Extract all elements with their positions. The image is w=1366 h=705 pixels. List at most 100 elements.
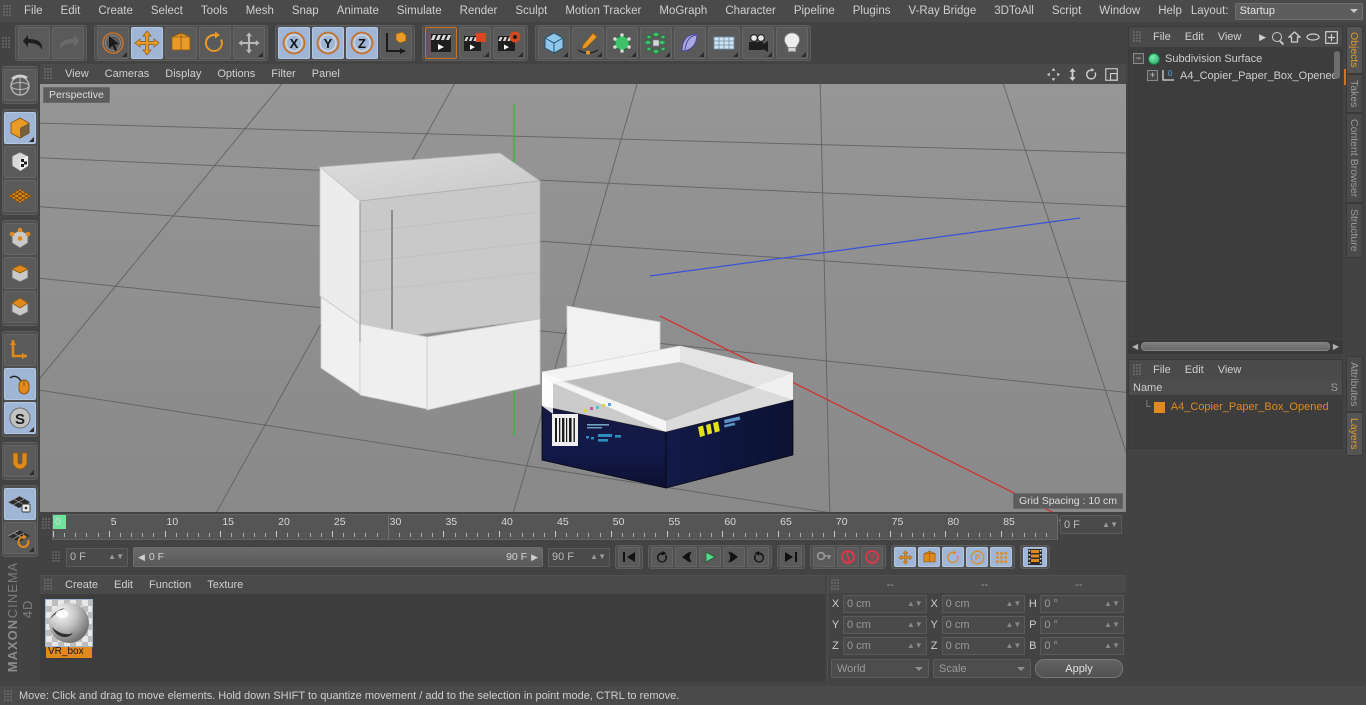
position-x-field[interactable]: 0 cm ▲▼	[843, 595, 927, 613]
menu-render[interactable]: Render	[451, 0, 507, 22]
point-mode-button[interactable]	[4, 223, 36, 255]
apply-button[interactable]: Apply	[1035, 659, 1123, 678]
add-deformer-button[interactable]	[674, 27, 706, 59]
viewport-menu-view[interactable]: View	[57, 64, 97, 84]
timeline-ruler[interactable]: 051015202530354045505560657075808590	[52, 514, 1071, 540]
object-tree[interactable]: − Subdivision Surface + 0 A4_Copier_Pape…	[1129, 47, 1350, 339]
material-list[interactable]: VR_box	[40, 594, 825, 682]
menu-help[interactable]: Help	[1149, 0, 1191, 22]
add-environment-button[interactable]	[708, 27, 740, 59]
material-menu-function[interactable]: Function	[141, 576, 199, 594]
scroll-right-arrow-icon[interactable]: ▶	[1330, 342, 1342, 351]
coordinate-mode-dropdown[interactable]: Scale	[933, 659, 1031, 678]
scale-tool-button[interactable]	[165, 27, 197, 59]
add-generator-button[interactable]	[606, 27, 638, 59]
magnet-button[interactable]	[4, 445, 36, 477]
coordinate-gripper[interactable]	[831, 578, 840, 591]
layer-menu-view[interactable]: View	[1211, 360, 1249, 380]
lock-z-axis-button[interactable]: Z	[346, 27, 378, 59]
stepper-icon[interactable]: ▲▼	[584, 553, 606, 561]
menu-mesh[interactable]: Mesh	[237, 0, 283, 22]
texture-mode-button[interactable]	[4, 146, 36, 178]
world-object-coordinates-button[interactable]	[380, 27, 412, 59]
stepper-icon[interactable]: ▲▼	[1104, 642, 1120, 650]
add-camera-button[interactable]	[742, 27, 774, 59]
viewport-menu-filter[interactable]: Filter	[263, 64, 303, 84]
undo-view-button[interactable]	[4, 69, 36, 101]
rotation-p-field[interactable]: 0 ° ▲▼	[1040, 616, 1125, 634]
toolbar-gripper[interactable]	[2, 37, 11, 49]
status-gripper[interactable]	[4, 689, 13, 702]
menu-character[interactable]: Character	[716, 0, 785, 22]
go-to-start-button[interactable]	[618, 547, 640, 567]
record-parameter-button[interactable]: P	[966, 547, 988, 567]
make-editable-button[interactable]	[4, 112, 36, 144]
size-z-field[interactable]: 0 cm ▲▼	[941, 637, 1026, 655]
stepper-icon[interactable]: ▲▼	[1006, 621, 1022, 629]
object-row-a4-copier-paper-box[interactable]: + 0 A4_Copier_Paper_Box_Opened	[1129, 67, 1342, 84]
layer-row[interactable]: └ A4_Copier_Paper_Box_Opened	[1129, 399, 1342, 415]
menu-window[interactable]: Window	[1090, 0, 1149, 22]
object-tree-horizontal-scrollbar[interactable]: ◀ ▶	[1129, 340, 1342, 353]
object-axis-button[interactable]	[4, 334, 36, 366]
search-icon[interactable]	[1271, 31, 1283, 43]
soft-selection-button[interactable]: S	[4, 402, 36, 434]
enable-snapping-button[interactable]	[4, 368, 36, 400]
polygon-tag-icon[interactable]: 0	[1162, 69, 1175, 82]
menu-motion-tracker[interactable]: Motion Tracker	[556, 0, 650, 22]
live-selection-button[interactable]	[97, 27, 129, 59]
layer-manager-gripper[interactable]	[1133, 364, 1142, 376]
record-active-objects-button[interactable]	[813, 547, 835, 567]
menu-create[interactable]: Create	[89, 0, 142, 22]
viewport-menu-panel[interactable]: Panel	[304, 64, 348, 84]
add-light-button[interactable]	[776, 27, 808, 59]
object-manager-gripper[interactable]	[1133, 31, 1142, 43]
menu-edit[interactable]: Edit	[52, 0, 90, 22]
go-to-end-button[interactable]	[780, 547, 802, 567]
scrollbar-thumb[interactable]	[1141, 342, 1330, 351]
timeline-range-scrollbar[interactable]: ◀ 0 F 90 F ▶	[133, 547, 543, 567]
lock-x-axis-button[interactable]: X	[278, 27, 310, 59]
menu-pipeline[interactable]: Pipeline	[785, 0, 844, 22]
material-preview-thumbnail[interactable]	[45, 599, 93, 647]
render-view-button[interactable]	[425, 27, 457, 59]
menu-plugins[interactable]: Plugins	[844, 0, 900, 22]
edge-mode-button[interactable]	[4, 257, 36, 289]
menu-v-ray-bridge[interactable]: V-Ray Bridge	[899, 0, 985, 22]
object-menu-edit[interactable]: Edit	[1178, 27, 1211, 47]
rotate-icon[interactable]	[1085, 67, 1098, 81]
pan-icon[interactable]	[1047, 67, 1060, 81]
timeline-filmstrip-button[interactable]	[1023, 547, 1047, 567]
object-menu-view[interactable]: View	[1211, 27, 1249, 47]
add-spline-button[interactable]	[572, 27, 604, 59]
previous-frame-button[interactable]	[675, 547, 697, 567]
stepper-icon[interactable]: ▲▼	[1104, 600, 1120, 608]
add-array-button[interactable]	[640, 27, 672, 59]
play-backwards-loop-button[interactable]	[651, 547, 673, 567]
material-item[interactable]: VR_box	[45, 599, 93, 658]
menu-snap[interactable]: Snap	[283, 0, 328, 22]
render-to-picture-viewer-button[interactable]	[459, 27, 491, 59]
dock-tab-layers[interactable]: Layers	[1346, 412, 1363, 456]
dock-tab-structure[interactable]: Structure	[1346, 203, 1363, 258]
keyframe-selection-button[interactable]: ?	[861, 547, 883, 567]
viewport-menu-options[interactable]: Options	[209, 64, 263, 84]
layout-dropdown[interactable]: Startup	[1234, 2, 1363, 20]
move-vertical-icon[interactable]	[1067, 67, 1078, 81]
material-menu-create[interactable]: Create	[57, 576, 106, 594]
object-row-subdivision-surface[interactable]: − Subdivision Surface	[1129, 50, 1342, 67]
coordinate-system-dropdown[interactable]: World	[831, 659, 929, 678]
add-cube-button[interactable]	[538, 27, 570, 59]
record-rotation-button[interactable]	[942, 547, 964, 567]
maximize-icon[interactable]	[1105, 67, 1118, 81]
current-frame-field[interactable]: 0 F ▲▼	[66, 547, 128, 567]
range-left-arrow-icon[interactable]: ◀	[138, 552, 145, 563]
layer-menu-file[interactable]: File	[1146, 360, 1178, 380]
timeline-controls-gripper[interactable]	[52, 551, 61, 563]
size-y-field[interactable]: 0 cm ▲▼	[941, 616, 1026, 634]
viewport-gripper[interactable]	[44, 68, 53, 80]
material-menu-edit[interactable]: Edit	[106, 576, 141, 594]
layer-list[interactable]: └ A4_Copier_Paper_Box_Opened	[1129, 396, 1342, 448]
menu-3dtoall[interactable]: 3DToAll	[985, 0, 1043, 22]
menubar-gripper[interactable]	[3, 5, 12, 17]
